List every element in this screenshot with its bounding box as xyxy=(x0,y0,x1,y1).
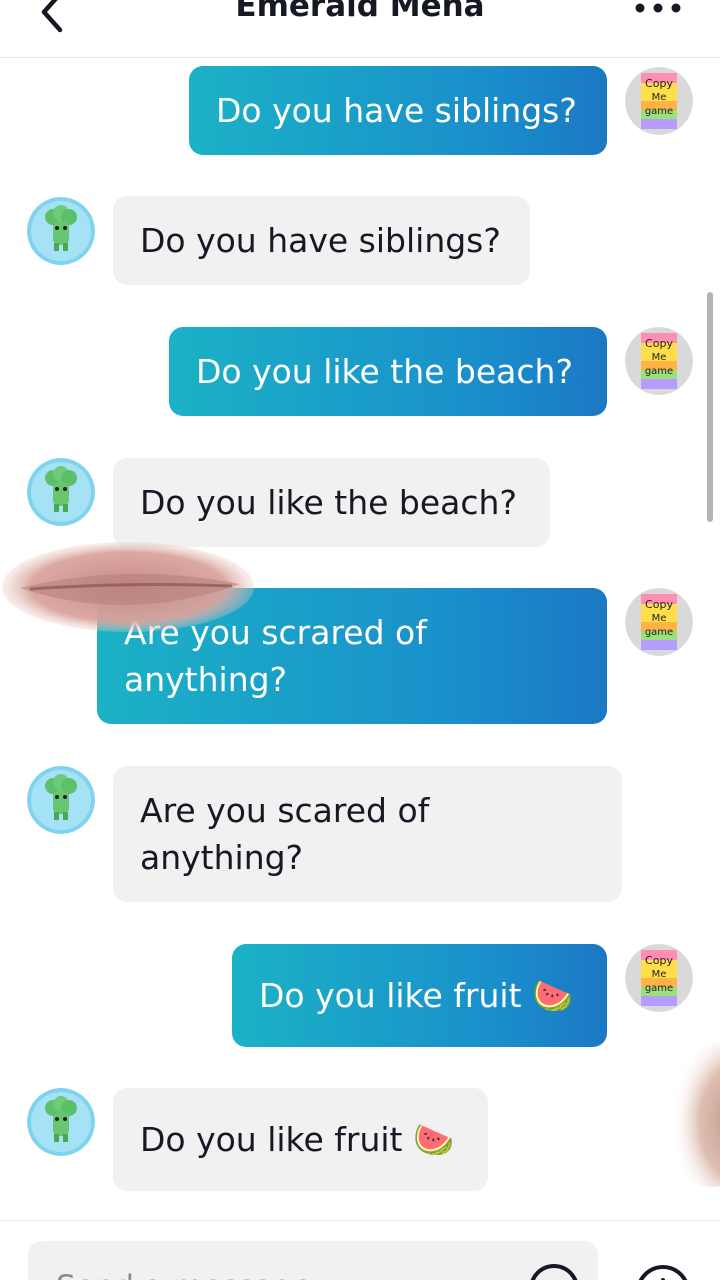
chat-header: Emerald Mena xyxy=(0,0,720,58)
my-avatar[interactable]: Copy Me game xyxy=(625,588,693,656)
more-options-icon[interactable] xyxy=(628,0,688,26)
message-composer xyxy=(0,1220,720,1280)
avatar-text-line: Copy xyxy=(645,954,673,967)
my-avatar[interactable]: Copy Me game xyxy=(625,67,693,135)
avatar-text-line: Copy xyxy=(645,598,673,611)
message-text: Are you scared of anything? xyxy=(140,791,430,877)
avatar-text-line: game xyxy=(645,627,673,638)
add-icon[interactable] xyxy=(633,1262,693,1280)
message-bubble-sent[interactable]: Do you have siblings? xyxy=(189,66,607,155)
message-text: Do you like the beach? xyxy=(140,483,517,522)
message-text: Do you like fruit 🍉 xyxy=(140,1120,455,1159)
emoji-icon[interactable] xyxy=(527,1262,581,1280)
broccoli-character-icon xyxy=(27,458,95,526)
message-bubble-received[interactable]: Are you scared of anything? xyxy=(113,766,622,902)
message-bubble-received[interactable]: Do you have siblings? xyxy=(113,196,530,285)
avatar-text-line: Copy xyxy=(645,337,673,350)
contact-avatar[interactable] xyxy=(27,766,95,834)
avatar-text-line: Me xyxy=(652,92,667,103)
message-text: Do you have siblings? xyxy=(216,91,577,130)
broccoli-character-icon xyxy=(27,197,95,265)
message-bubble-received[interactable]: Do you like fruit 🍉 xyxy=(113,1088,488,1191)
avatar-text-line: game xyxy=(645,366,673,377)
scrollbar[interactable] xyxy=(707,292,713,522)
contact-avatar[interactable] xyxy=(27,1088,95,1156)
message-text: Do you have siblings? xyxy=(140,221,501,260)
message-bubble-sent[interactable]: Do you like fruit 🍉 xyxy=(232,944,607,1047)
message-input[interactable] xyxy=(28,1241,598,1280)
avatar-text-line: Me xyxy=(652,613,667,624)
message-text: Do you like fruit 🍉 xyxy=(259,976,574,1015)
broccoli-character-icon xyxy=(27,1088,95,1156)
message-text: Do you like the beach? xyxy=(196,352,573,391)
lips-overlay-image xyxy=(0,532,260,642)
contact-avatar[interactable] xyxy=(27,197,95,265)
avatar-text-line: Me xyxy=(652,969,667,980)
avatar-text-line: Copy xyxy=(645,77,673,90)
message-bubble-sent[interactable]: Do you like the beach? xyxy=(169,327,607,416)
my-avatar[interactable]: Copy Me game xyxy=(625,944,693,1012)
finger-overlay-image xyxy=(650,1030,720,1190)
avatar-text-line: game xyxy=(645,106,673,117)
chat-title: Emerald Mena xyxy=(235,0,485,24)
broccoli-character-icon xyxy=(27,766,95,834)
my-avatar[interactable]: Copy Me game xyxy=(625,327,693,395)
avatar-text-line: Me xyxy=(652,352,667,363)
contact-avatar[interactable] xyxy=(27,458,95,526)
avatar-text-line: game xyxy=(645,983,673,994)
